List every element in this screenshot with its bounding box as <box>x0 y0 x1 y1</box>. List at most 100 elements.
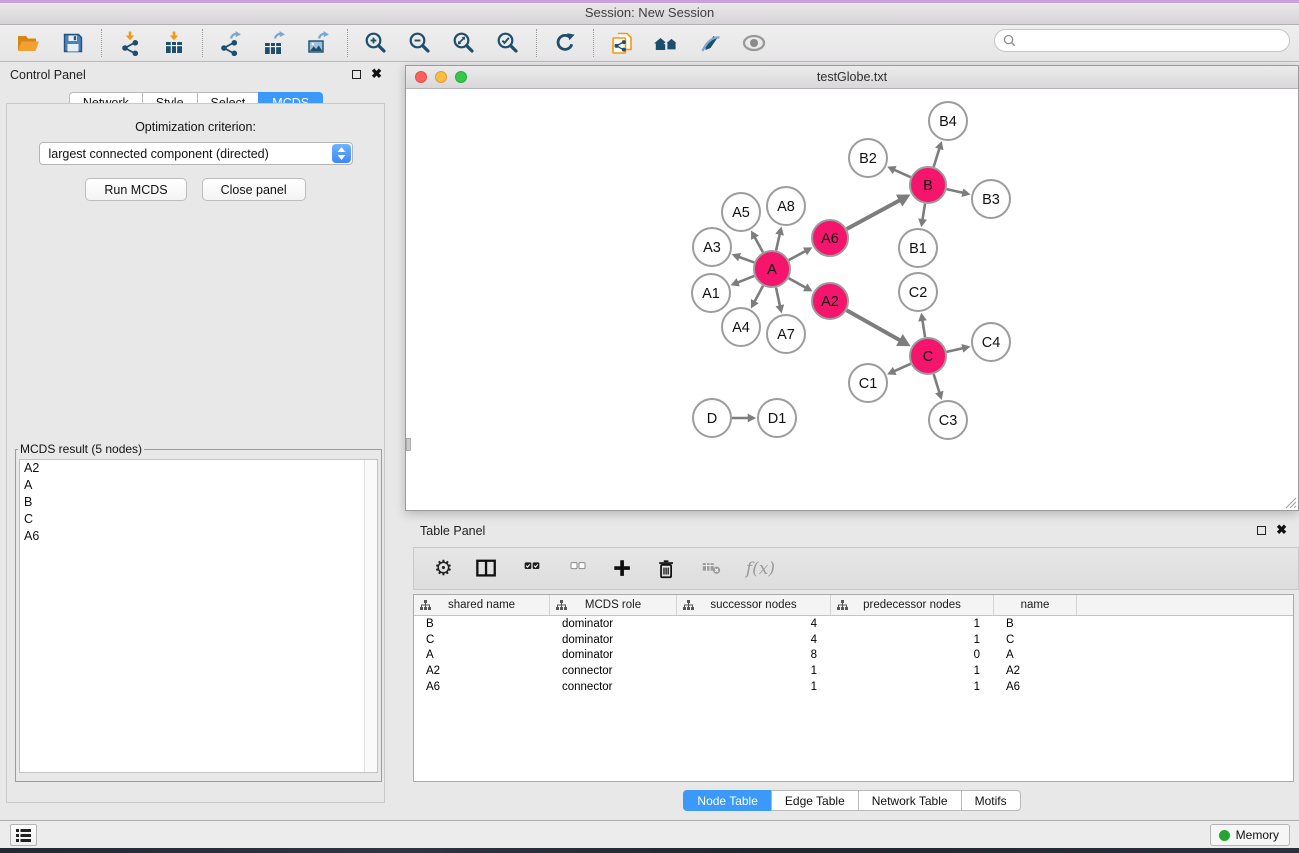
mcds-result-item[interactable]: C <box>20 511 377 528</box>
close-panel-button[interactable]: Close panel <box>202 178 306 201</box>
mcds-result-item[interactable]: B <box>20 494 377 511</box>
table-row[interactable]: A2connector11A2 <box>414 663 1293 679</box>
refresh-icon[interactable] <box>546 27 584 59</box>
graph-node-A[interactable]: A <box>754 251 790 287</box>
edge-C-C2[interactable] <box>922 319 925 337</box>
search-input[interactable] <box>1022 34 1281 48</box>
tab-node-table[interactable]: Node Table <box>683 790 771 811</box>
table-row[interactable]: Cdominator41C <box>414 632 1293 648</box>
column-header-predecessor-nodes[interactable]: predecessor nodes <box>831 595 994 615</box>
graph-node-C4[interactable]: C4 <box>972 323 1010 361</box>
close-panel-icon[interactable]: ✖ <box>371 69 382 79</box>
export-table-icon[interactable] <box>256 27 294 59</box>
window-resize-grip[interactable] <box>1284 496 1297 509</box>
edge-A6-B[interactable] <box>847 199 903 229</box>
graph-node-B[interactable]: B <box>910 167 946 203</box>
float-table-panel-icon[interactable] <box>1257 526 1266 535</box>
column-header-successor-nodes[interactable]: successor nodes <box>677 595 831 615</box>
canvas-left-handle[interactable] <box>406 438 411 451</box>
node-label: A2 <box>821 294 839 310</box>
optimization-criterion-select[interactable]: largest connected component (directed) <box>39 142 353 165</box>
table-row[interactable]: Bdominator41B <box>414 616 1293 632</box>
search-field[interactable] <box>994 29 1290 52</box>
tab-edge-table[interactable]: Edge Table <box>771 790 858 811</box>
edge-A-A7[interactable] <box>776 288 780 308</box>
zoom-selected-icon[interactable] <box>489 27 527 59</box>
graph-node-C3[interactable]: C3 <box>929 401 967 439</box>
table-row[interactable]: A6connector11A6 <box>414 679 1293 695</box>
graph-node-A2[interactable]: A2 <box>812 283 848 319</box>
graph-node-C2[interactable]: C2 <box>899 273 937 311</box>
network-canvas[interactable]: B4 B2 B B3 A8A5 A6 B1 A3 A C2 A1 A2 A4A7 C4 C C1 C3 D D1 <box>406 89 1298 510</box>
graph-node-A6[interactable]: A6 <box>812 220 848 256</box>
edge-B-B2[interactable] <box>893 169 911 177</box>
column-header-MCDS-role[interactable]: MCDS role <box>550 595 677 615</box>
edge-A-A1[interactable] <box>736 276 754 283</box>
graph-node-B2[interactable]: B2 <box>849 139 887 177</box>
run-mcds-button[interactable]: Run MCDS <box>85 178 186 201</box>
open-session-icon[interactable] <box>10 27 48 59</box>
graph-node-B3[interactable]: B3 <box>972 180 1010 218</box>
delete-column-icon[interactable] <box>656 554 678 584</box>
edge-A-A6[interactable] <box>789 250 807 260</box>
toggle-column-panel-icon[interactable] <box>475 554 498 584</box>
graph-node-A7[interactable]: A7 <box>767 315 805 353</box>
float-panel-icon[interactable] <box>352 70 361 79</box>
edge-C-C4[interactable] <box>947 348 965 352</box>
table-row[interactable]: Adominator80A <box>414 648 1293 664</box>
hide-annotations-icon[interactable] <box>691 27 729 59</box>
close-table-panel-icon[interactable]: ✖ <box>1276 525 1287 535</box>
export-network-icon[interactable] <box>212 27 250 59</box>
new-network-from-selection-icon[interactable] <box>603 27 641 59</box>
mcds-result-list[interactable]: A2ABCA6 <box>19 459 378 773</box>
edge-A-A4[interactable] <box>754 286 763 303</box>
result-scrollbar[interactable] <box>364 460 377 772</box>
edge-A-A3[interactable] <box>737 256 754 262</box>
edge-A-A2[interactable] <box>789 278 807 288</box>
mcds-result-item[interactable]: A2 <box>20 460 377 477</box>
graph-node-A1[interactable]: A1 <box>692 274 730 312</box>
first-neighbors-icon[interactable] <box>647 27 685 59</box>
mcds-result-item[interactable]: A <box>20 477 377 494</box>
graph-node-D1[interactable]: D1 <box>758 399 796 437</box>
cell-predecessor: 1 <box>831 681 994 693</box>
mcds-result-item[interactable]: A6 <box>20 528 377 545</box>
edge-A-A5[interactable] <box>754 236 763 252</box>
graph-node-A5[interactable]: A5 <box>722 193 760 231</box>
column-header-name[interactable]: name <box>994 595 1077 615</box>
memory-button[interactable]: Memory <box>1210 824 1290 846</box>
export-image-icon[interactable] <box>300 27 338 59</box>
graph-node-C1[interactable]: C1 <box>849 364 887 402</box>
graph-node-B1[interactable]: B1 <box>899 229 937 267</box>
save-session-icon[interactable] <box>54 27 92 59</box>
graph-node-D[interactable]: D <box>693 399 731 437</box>
import-table-icon[interactable] <box>155 27 193 59</box>
task-history-button[interactable] <box>10 824 37 846</box>
select-all-icon[interactable] <box>520 554 544 584</box>
graph-node-A8[interactable]: A8 <box>767 187 805 225</box>
control-panel-title: Control Panel <box>10 68 86 82</box>
edge-A-A8[interactable] <box>776 233 780 251</box>
edge-B-B3[interactable] <box>947 189 965 193</box>
zoom-fit-icon[interactable] <box>445 27 483 59</box>
show-graphics-details-icon[interactable] <box>735 27 773 59</box>
graph-node-B4[interactable]: B4 <box>929 102 967 140</box>
edge-C-C1[interactable] <box>893 364 911 372</box>
edge-A2-C[interactable] <box>847 310 904 342</box>
tab-motifs[interactable]: Motifs <box>961 790 1021 811</box>
tab-network-table[interactable]: Network Table <box>858 790 961 811</box>
zoom-out-icon[interactable] <box>401 27 439 59</box>
edge-B-B4[interactable] <box>934 147 940 167</box>
deselect-all-icon[interactable] <box>566 554 590 584</box>
create-column-icon[interactable] <box>612 554 634 584</box>
graph-node-A4[interactable]: A4 <box>722 308 760 346</box>
graph-node-A3[interactable]: A3 <box>693 228 731 266</box>
edge-B-B1[interactable] <box>922 204 925 221</box>
edge-C-C3[interactable] <box>934 374 940 394</box>
column-header-shared-name[interactable]: shared name <box>414 595 550 615</box>
table-options-icon[interactable]: ⚙ <box>434 554 453 584</box>
zoom-in-icon[interactable] <box>357 27 395 59</box>
network-window-titlebar[interactable]: testGlobe.txt <box>406 66 1298 89</box>
graph-node-C[interactable]: C <box>910 338 946 374</box>
import-network-icon[interactable] <box>111 27 149 59</box>
